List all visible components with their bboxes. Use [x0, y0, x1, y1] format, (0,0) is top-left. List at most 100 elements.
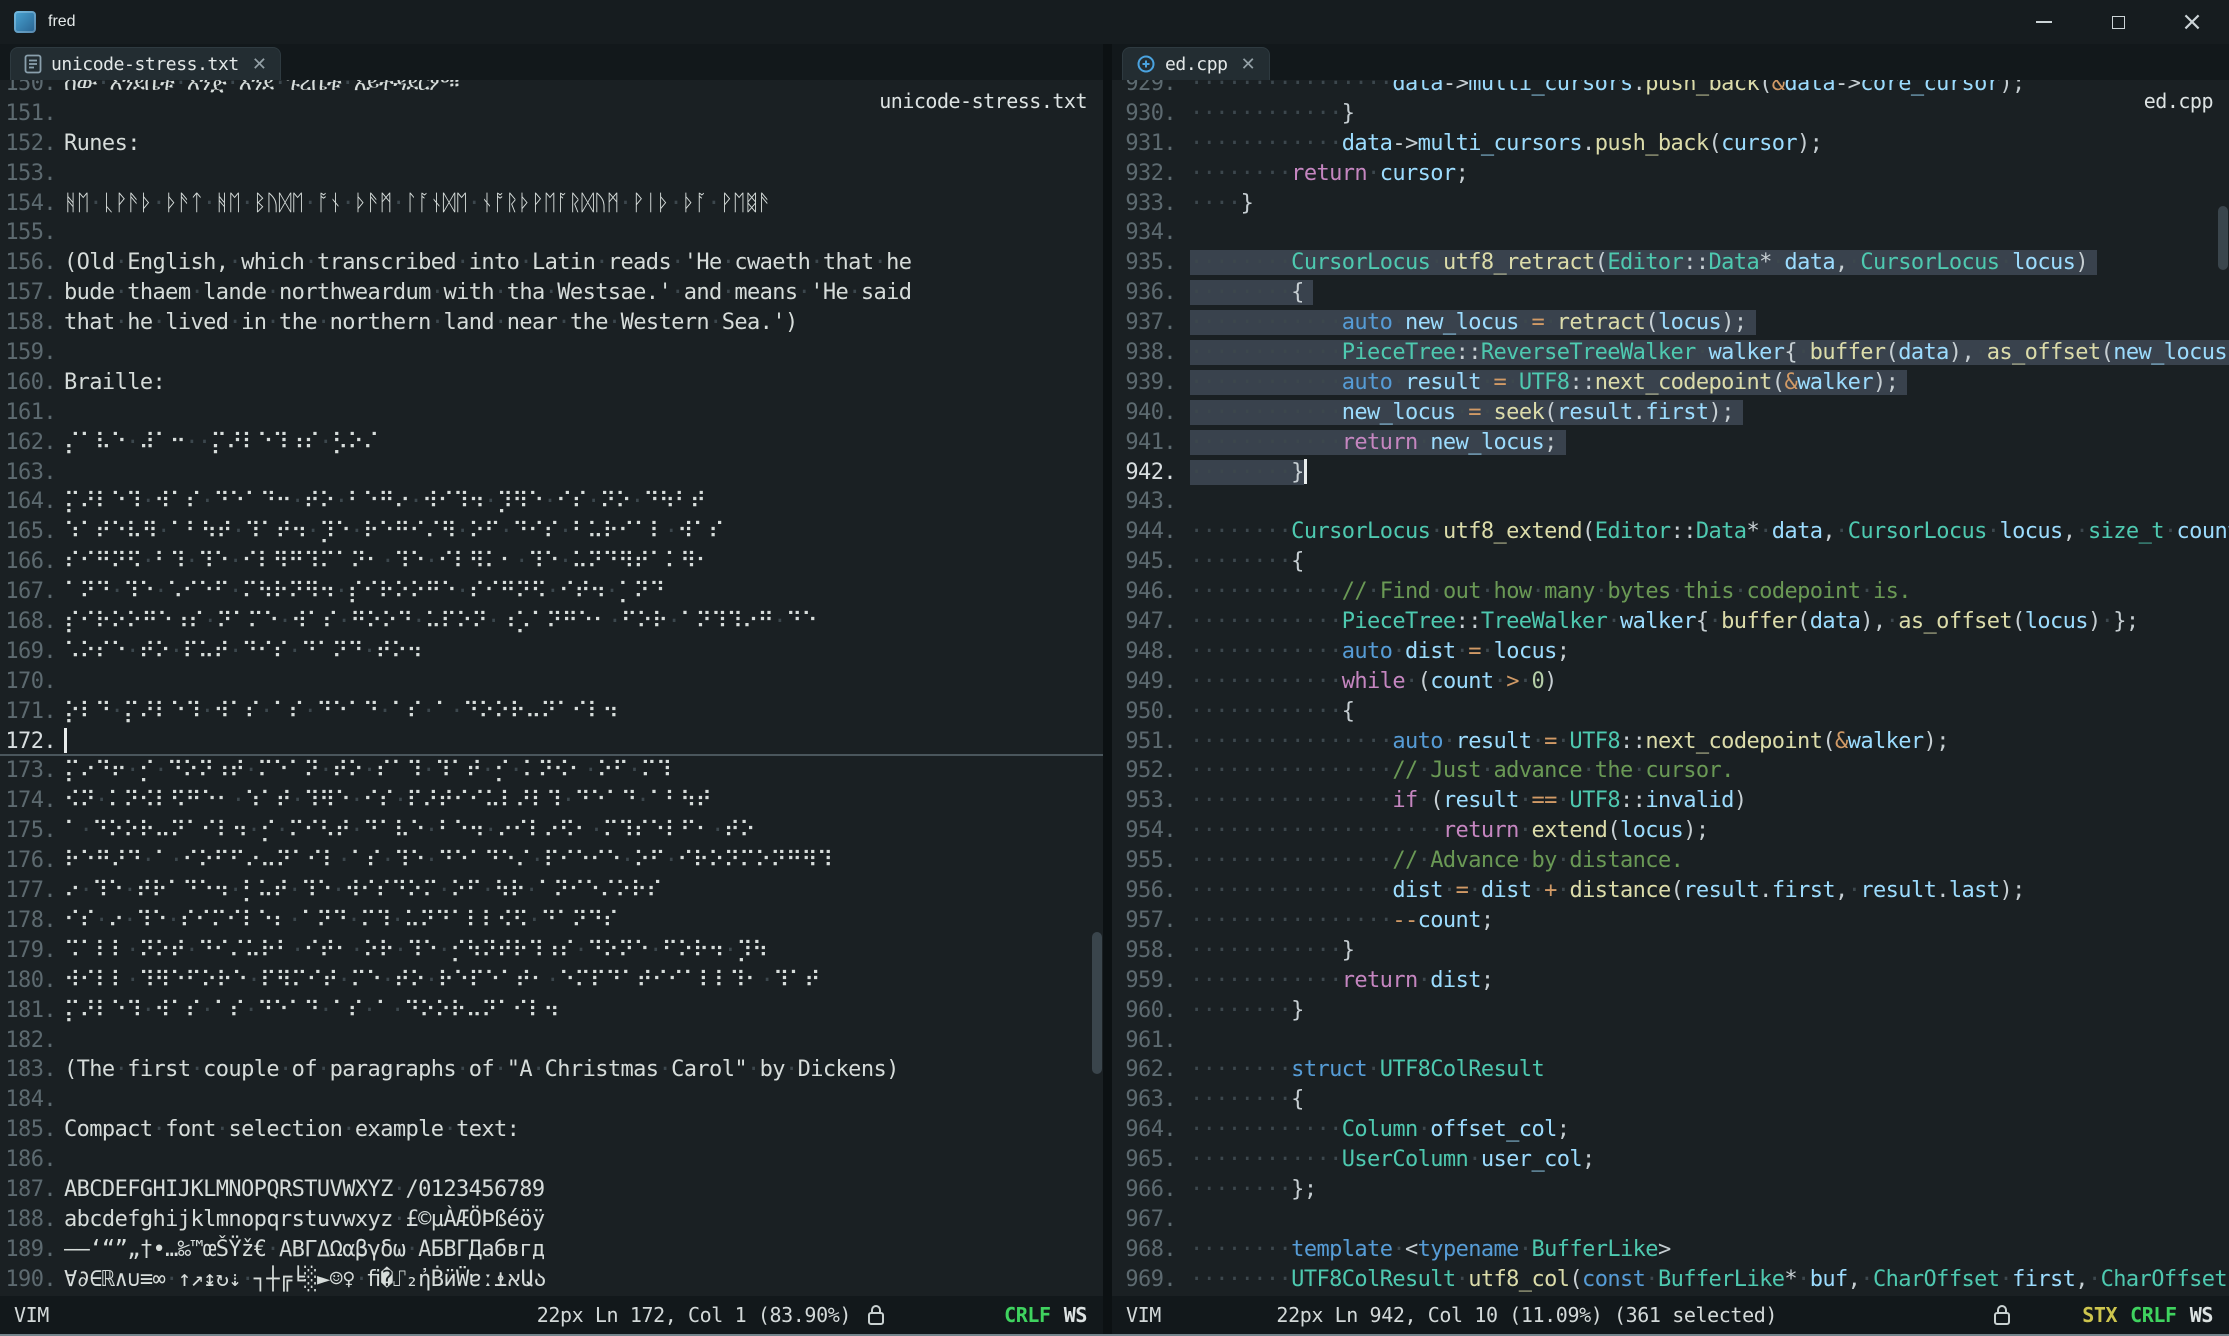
code-line[interactable]: 935.········CursorLocus·utf8_retract(Edi…: [1112, 248, 2229, 278]
code-line[interactable]: 190.∀∂∈ℝ∧∪≡∞·↑↗↨↻⇣·┐┼╔╘░►☺♀·ﬁ�⑀₂ἠḂӥẄɐː⍎א…: [0, 1265, 1103, 1295]
code-line[interactable]: 965.············UserColumn·user_col;: [1112, 1145, 2229, 1175]
code-line[interactable]: 181.⡍⠜⠇⠑⠹·⠺⠁⠎·⠁⠎·⠙⠑⠁⠙·⠁⠎·⠁·⠙⠕⠕⠗⠤⠝⠁⠊⠇⠲: [0, 996, 1103, 1026]
code-line[interactable]: 179.⠩⠁⠇⠇·⠝⠕⠞·⠙⠊⠌⠥⠗⠃·⠊⠞⠂·⠕⠗·⠹⠑·⡊⠳⠝⠞⠗⠹⠰⠎·⠙…: [0, 936, 1103, 966]
code-line[interactable]: 967.: [1112, 1205, 2229, 1235]
code-line[interactable]: 173.⡍⠔⠙⠖·⡊·⠙⠕⠝⠰⠞·⠍⠑⠁⠝·⠞⠕·⠎⠁⠹·⠹⠁⠞·⡊·⠅⠝⠪⠂·…: [0, 756, 1103, 786]
code-line[interactable]: 158.that·he·lived·in·the·northern·land·n…: [0, 308, 1103, 338]
line-text: Braille:: [64, 368, 1103, 398]
code-line[interactable]: 186.: [0, 1145, 1103, 1175]
code-line[interactable]: 174.⠪⠝·⠅⠝⠪⠇⠫⠛⠑⠂·⠱⠁⠞·⠹⠻⠑·⠊⠎·⠏⠜⠞⠊⠊⠥⠇⠜⠇⠹·⠙⠑…: [0, 786, 1103, 816]
code-line[interactable]: 932.········return·cursor;: [1112, 159, 2229, 189]
code-line[interactable]: 161.: [0, 398, 1103, 428]
line-number: 956.: [1112, 876, 1176, 906]
code-line[interactable]: 962.········struct·UTF8ColResult: [1112, 1055, 2229, 1085]
code-line[interactable]: 157.bude·thaem·lande·northweardum·with·t…: [0, 278, 1103, 308]
code-line[interactable]: 182.: [0, 1026, 1103, 1056]
close-button[interactable]: ×: [2155, 0, 2229, 44]
maximize-button[interactable]: [2081, 0, 2155, 44]
editor-right[interactable]: ed.cpp 929.················data->multi_c…: [1112, 80, 2229, 1296]
code-line[interactable]: 953.················if·(result·==·UTF8::…: [1112, 786, 2229, 816]
code-line[interactable]: 957.················--count;: [1112, 906, 2229, 936]
scrollbar-thumb[interactable]: [2218, 206, 2228, 270]
code-line[interactable]: 152.Runes:: [0, 129, 1103, 159]
code-line[interactable]: 184.: [0, 1085, 1103, 1115]
code-line[interactable]: 177.⠔·⠹⠑·⠞⠗⠁⠙⠑⠲·⡃⠥⠞·⠹⠑·⠺⠊⠎⠙⠕⠍·⠕⠋·⠳⠗·⠁⠝⠊⠑…: [0, 876, 1103, 906]
code-line[interactable]: 187.ABCDEFGHIJKLMNOPQRSTUVWXYZ·/01234567…: [0, 1175, 1103, 1205]
code-line[interactable]: 162.⡌⠁⠧⠑·⠼⠁⠒··⡍⠜⠇⠑⠹⠰⠎·⡣⠕⠌: [0, 428, 1103, 458]
tab-ed-cpp[interactable]: ed.cpp ✕: [1122, 47, 1270, 80]
code-line[interactable]: 960.········}: [1112, 996, 2229, 1026]
code-line[interactable]: 956.················dist·=·dist·+·distan…: [1112, 876, 2229, 906]
code-line[interactable]: 185.Compact·font·selection·example·text:: [0, 1115, 1103, 1145]
code-line[interactable]: 968.········template·<typename·BufferLik…: [1112, 1235, 2229, 1265]
code-line[interactable]: 945.········{: [1112, 547, 2229, 577]
code-line[interactable]: 155.: [0, 218, 1103, 248]
code-line[interactable]: 949.············while·(count·>·0): [1112, 667, 2229, 697]
code-line[interactable]: 160.Braille:: [0, 368, 1103, 398]
code-line[interactable]: 938.············PieceTree::ReverseTreeWa…: [1112, 338, 2229, 368]
code-line[interactable]: 939.············auto·result·=·UTF8::next…: [1112, 368, 2229, 398]
code-line[interactable]: 940.············new_locus·=·seek(result.…: [1112, 398, 2229, 428]
tab-close-icon[interactable]: ✕: [252, 54, 267, 75]
scrollbar-thumb[interactable]: [1092, 932, 1102, 1074]
code-line[interactable]: 153.: [0, 159, 1103, 189]
code-line[interactable]: 183.(The·first·couple·of·paragraphs·of·"…: [0, 1055, 1103, 1085]
line-number: 962.: [1112, 1055, 1176, 1085]
code-line[interactable]: 964.············Column·offset_col;: [1112, 1115, 2229, 1145]
code-line[interactable]: 176.⠗⠑⠛⠜⠙·⠁·⠊⠕⠋⠋⠔⠤⠝⠁⠊⠇·⠁⠎·⠹⠑·⠙⠑⠁⠙⠑⠌·⠏⠊⠑⠊…: [0, 846, 1103, 876]
line-number: 966.: [1112, 1175, 1176, 1205]
code-line[interactable]: 948.············auto·dist·=·locus;: [1112, 637, 2229, 667]
code-line[interactable]: 931.············data->multi_cursors.push…: [1112, 129, 2229, 159]
code-line[interactable]: 933.····}: [1112, 189, 2229, 219]
code-line[interactable]: 944.········CursorLocus·utf8_extend(Edit…: [1112, 517, 2229, 547]
line-number: 152.: [0, 129, 56, 159]
code-line[interactable]: 951.················auto·result·=·UTF8::…: [1112, 727, 2229, 757]
line-number: 945.: [1112, 547, 1176, 577]
code-line[interactable]: 936.········{: [1112, 278, 2229, 308]
code-line[interactable]: 175.⠁·⠙⠕⠕⠗⠤⠝⠁⠊⠇⠲·⡊·⠍⠊⠣⠞·⠙⠁⠧⠑·⠃⠑⠲·⠔⠊⠇⠔⠫⠂·…: [0, 816, 1103, 846]
code-line[interactable]: 171.⡕⠇⠙·⡍⠜⠇⠑⠹·⠺⠁⠎·⠁⠎·⠙⠑⠁⠙·⠁⠎·⠁·⠙⠕⠕⠗⠤⠝⠁⠊⠇…: [0, 697, 1103, 727]
code-line[interactable]: 954.····················return·extend(lo…: [1112, 816, 2229, 846]
code-line[interactable]: 169.⠡⠕⠎⠑·⠞⠕·⠏⠥⠞·⠙⠊⠎·⠙⠁⠝⠙·⠞⠕⠲: [0, 637, 1103, 667]
code-line[interactable]: 947.············PieceTree::TreeWalker·wa…: [1112, 607, 2229, 637]
code-line[interactable]: 961.: [1112, 1026, 2229, 1056]
code-line[interactable]: 934.: [1112, 218, 2229, 248]
code-line[interactable]: 952.················//·Just·advance·the·…: [1112, 756, 2229, 786]
code-line[interactable]: 166.⠎⠊⠛⠝⠫·⠃⠹·⠹⠑·⠊⠇⠻⠛⠹⠍⠁⠝⠂·⠹⠑·⠊⠇⠻⠅⠂·⠹⠑·⠥⠝…: [0, 547, 1103, 577]
pane-divider[interactable]: [1103, 44, 1112, 1334]
code-line[interactable]: 159.: [0, 338, 1103, 368]
line-number: 178.: [0, 906, 56, 936]
code-line[interactable]: 170.: [0, 667, 1103, 697]
code-line[interactable]: 163.: [0, 458, 1103, 488]
code-line[interactable]: 930.············}: [1112, 99, 2229, 129]
code-line[interactable]: 180.⠺⠊⠇⠇·⠹⠻⠑⠋⠕⠗⠑·⠏⠻⠍⠊⠞·⠍⠑·⠞⠕·⠗⠑⠏⠑⠁⠞⠂·⠑⠍⠏…: [0, 966, 1103, 996]
code-line[interactable]: 167.⠁⠝⠙·⠹⠑·⠡⠊⠑⠋·⠍⠳⠗⠝⠻⠲·⡎⠊⠗⠕⠕⠛⠑·⠎⠊⠛⠝⠫·⠊⠞⠲…: [0, 577, 1103, 607]
editor-left[interactable]: unicode-stress.txt 150.ሰው·እንደቤቱ·እንጅ·እንደ·…: [0, 80, 1103, 1296]
code-line[interactable]: 943.: [1112, 487, 2229, 517]
tab-unicode-stress[interactable]: unicode-stress.txt ✕: [10, 47, 281, 80]
code-line[interactable]: 178.⠊⠎·⠔·⠹⠑·⠎⠊⠍⠊⠇⠑⠆·⠁⠝⠙·⠍⠹·⠥⠝⠙⠁⠇⠇⠪⠫·⠙⠁⠝⠙…: [0, 906, 1103, 936]
tab-close-icon[interactable]: ✕: [1241, 54, 1256, 75]
code-line[interactable]: 969.········UTF8ColResult·utf8_col(const…: [1112, 1265, 2229, 1295]
code-line[interactable]: 164.⡍⠜⠇⠑⠹·⠺⠁⠎·⠙⠑⠁⠙⠒·⠞⠕·⠃⠑⠛⠔·⠺⠊⠹⠲·⡹⠻⠑·⠊⠎·…: [0, 487, 1103, 517]
code-line[interactable]: 959.············return·dist;: [1112, 966, 2229, 996]
code-line[interactable]: 188.abcdefghijklmnopqrstuvwxyz·£©µÀÆÖÞßé…: [0, 1205, 1103, 1235]
code-line[interactable]: 154.ᚻᛖ·ᚳᚹᚫᚦ·ᚦᚫᛏ·ᚻᛖ·ᛒᚢᛞᛖ·ᚩᚾ·ᚦᚫᛗ·ᛚᚪᚾᛞᛖ·ᚾᚩᚱ…: [0, 189, 1103, 219]
code-line[interactable]: 946.············//·Find·out·how·many·byt…: [1112, 577, 2229, 607]
code-line[interactable]: 958.············}: [1112, 936, 2229, 966]
code-line[interactable]: 172.: [0, 727, 1103, 757]
code-line[interactable]: 966.········};: [1112, 1175, 2229, 1205]
line-number: 167.: [0, 577, 56, 607]
code-line[interactable]: 929.················data->multi_cursors.…: [1112, 80, 2229, 99]
code-line[interactable]: 165.⠱⠁⠞⠑⠧⠻·⠁⠃⠳⠞·⠹⠁⠞⠲·⡹⠑·⠗⠑⠛⠊⠌⠻·⠕⠋·⠙⠊⠎·⠃⠥…: [0, 517, 1103, 547]
code-line[interactable]: 156.(Old·English,·which·transcribed·into…: [0, 248, 1103, 278]
code-line[interactable]: 955.················//·Advance·by·distan…: [1112, 846, 2229, 876]
code-line[interactable]: 963.········{: [1112, 1085, 2229, 1115]
minimize-button[interactable]: [2007, 0, 2081, 44]
code-line[interactable]: 950.············{: [1112, 697, 2229, 727]
code-line[interactable]: 937.············auto·new_locus·=·retract…: [1112, 308, 2229, 338]
code-line[interactable]: 941.············return·new_locus;: [1112, 428, 2229, 458]
code-line[interactable]: 942.········}: [1112, 458, 2229, 488]
code-line[interactable]: 189.–—‘“”„†•…‰™œŠŸž€·ΑΒΓΔΩαβγδω·АБВГДабв…: [0, 1235, 1103, 1265]
code-line[interactable]: 168.⡎⠊⠗⠕⠕⠛⠑⠰⠎·⠝⠁⠍⠑·⠺⠁⠎·⠛⠕⠕⠙·⠥⠏⠕⠝·⠰⡡⠁⠝⠛⠑⠂…: [0, 607, 1103, 637]
